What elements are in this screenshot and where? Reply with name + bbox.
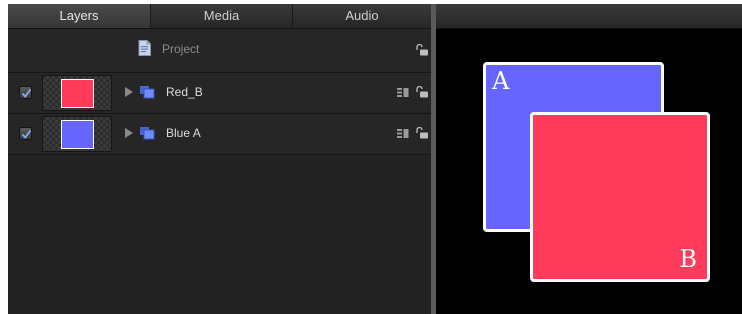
group-icon xyxy=(140,86,155,99)
tab-layers[interactable]: Layers xyxy=(8,4,151,28)
disclosure-triangle-icon[interactable] xyxy=(125,87,133,97)
panel-tab-bar: Layers Media Audio xyxy=(8,4,431,29)
unlocked-icon[interactable] xyxy=(415,86,429,98)
layer-name[interactable]: Blue A xyxy=(166,126,201,140)
project-label: Project xyxy=(162,42,200,56)
group-icon xyxy=(140,127,155,140)
layer-visibility-checkbox[interactable] xyxy=(19,127,32,140)
unlocked-icon[interactable] xyxy=(415,127,429,139)
tab-audio[interactable]: Audio xyxy=(293,4,431,28)
layer-row-blue-a[interactable]: Blue A xyxy=(8,114,431,155)
canvas-viewer[interactable]: A B xyxy=(436,4,742,314)
thumbnail-swatch-red xyxy=(61,79,94,108)
canvas-square-b[interactable]: B xyxy=(530,112,710,282)
layer-thumbnail xyxy=(42,75,112,111)
viewer-header-bar xyxy=(436,4,742,29)
project-document-icon xyxy=(138,40,151,56)
square-letter-b: B xyxy=(679,245,697,273)
layer-name[interactable]: Red_B xyxy=(166,85,203,99)
thumbnail-swatch-blue xyxy=(61,120,94,149)
layer-stack-icon xyxy=(397,88,409,97)
layer-visibility-checkbox[interactable] xyxy=(19,86,32,99)
layers-panel: Layers Media Audio Project Red_B Blue A xyxy=(8,4,431,314)
layer-row-red-b[interactable]: Red_B xyxy=(8,73,431,114)
unlocked-icon[interactable] xyxy=(415,44,429,56)
disclosure-triangle-icon[interactable] xyxy=(125,128,133,138)
layer-thumbnail xyxy=(42,116,112,152)
square-letter-a: A xyxy=(492,67,510,95)
tab-media[interactable]: Media xyxy=(151,4,293,28)
layer-stack-icon xyxy=(397,129,409,138)
project-row[interactable]: Project xyxy=(8,29,431,73)
